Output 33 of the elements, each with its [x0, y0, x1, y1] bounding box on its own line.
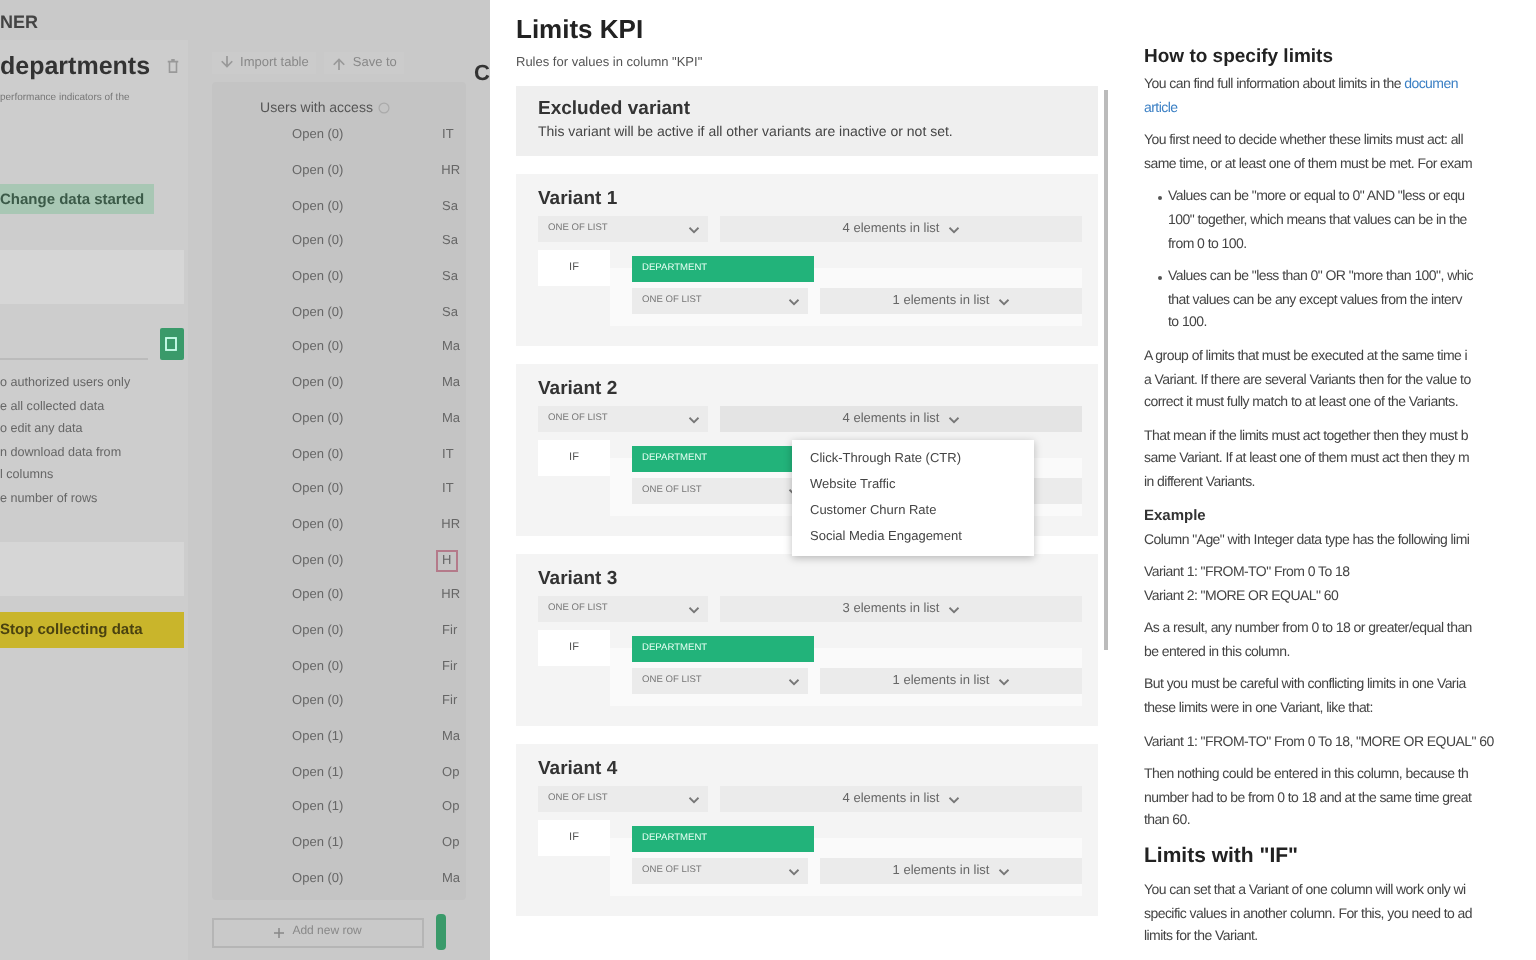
variant-title: Variant 3: [538, 568, 620, 590]
chevron-icon: [788, 297, 800, 305]
variant-title: Variant 4: [538, 758, 620, 780]
download-icon: [220, 56, 235, 70]
help-heading: How to specify limits: [1144, 46, 1335, 68]
variant-title: Excluded variant: [538, 98, 693, 120]
panel-title: C: [474, 62, 490, 86]
chevron-icon: [997, 677, 1010, 685]
chevron-icon: [997, 867, 1010, 875]
plus-icon: [274, 927, 285, 938]
help-heading: Limits with "IF": [1144, 844, 1301, 869]
modal-title: Limits KPI: [516, 14, 646, 44]
app-title: NER: [0, 10, 41, 36]
trash-icon[interactable]: [166, 58, 180, 74]
chevron-icon: [788, 677, 800, 685]
panel-title: departments: [0, 52, 151, 80]
info-icon: [378, 102, 391, 114]
chevron-icon: [947, 605, 960, 613]
chevron-icon: [788, 867, 800, 875]
chevron-icon: [947, 415, 960, 423]
variant-title: Variant 2: [538, 378, 620, 400]
copy-icon[interactable]: [160, 328, 184, 360]
chevron-icon: [947, 795, 960, 803]
action-button[interactable]: [436, 914, 447, 951]
chevron-icon: [688, 415, 700, 423]
variant-title: Variant 1: [538, 188, 620, 210]
upload-icon: [332, 56, 347, 70]
chevron-icon: [688, 795, 700, 803]
chevron-icon: [997, 297, 1010, 305]
chevron-icon: [688, 225, 700, 233]
scrollbar[interactable]: [1104, 90, 1108, 650]
chevron-icon: [688, 605, 700, 613]
chevron-icon: [947, 225, 960, 233]
